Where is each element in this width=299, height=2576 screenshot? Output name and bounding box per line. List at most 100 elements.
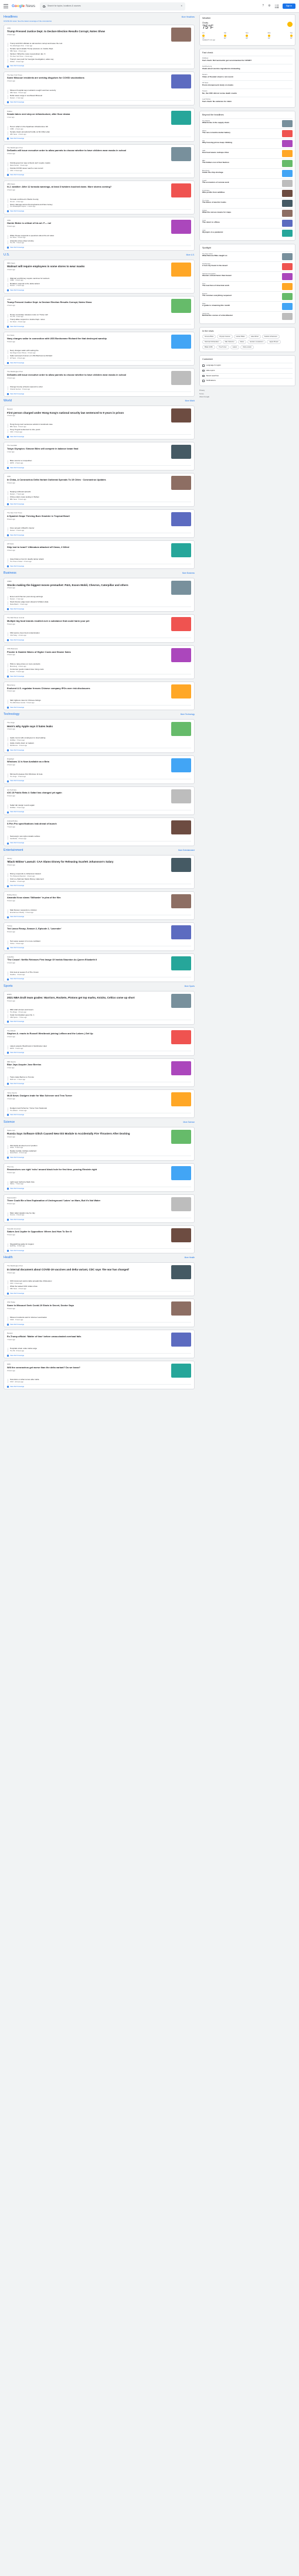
full-coverage-button[interactable]: View Full Coverage xyxy=(7,674,191,677)
full-coverage-button[interactable]: View Full Coverage xyxy=(7,100,191,104)
panel-item-headline[interactable]: The summer everything reopened xyxy=(202,294,280,297)
section-title[interactable]: Headlines xyxy=(4,15,18,19)
checkbox-icon[interactable] xyxy=(202,364,205,367)
story-thumbnail[interactable] xyxy=(171,820,191,834)
panel-item-headline[interactable]: Claim about vaccine ingredients misleadi… xyxy=(202,67,293,70)
more-link[interactable]: More Business xyxy=(182,572,195,574)
panel-item[interactable]: AP News Posts misrepresent study on masks xyxy=(202,80,293,88)
story-thumbnail[interactable] xyxy=(171,684,191,699)
lead-story[interactable]: NPR Will the coronavirus get worse than t… xyxy=(7,1363,191,1378)
full-coverage-button[interactable]: View Full Coverage xyxy=(7,465,191,469)
checkbox-icon[interactable] xyxy=(202,369,205,372)
related-story[interactable]: Matt Damon responds to criticism Entertai… xyxy=(8,909,191,914)
panel-item[interactable]: Time The new face of American work xyxy=(202,281,293,291)
settings-item[interactable]: Language & region xyxy=(202,363,293,368)
lead-story[interactable]: The Washington Post In internal document … xyxy=(7,1265,191,1280)
panel-item-headline[interactable]: Olympics in a pandemic xyxy=(202,231,280,234)
story-thumbnail[interactable] xyxy=(171,445,191,459)
panel-item-thumbnail[interactable] xyxy=(282,292,293,300)
section-title[interactable]: World xyxy=(4,399,12,403)
story-thumbnail[interactable] xyxy=(171,758,191,772)
lead-story[interactable]: Variety 'Black Widow' Lawsuit: CAA Slams … xyxy=(7,857,191,872)
panel-item[interactable]: Lead Stories Fact check: No evidence for … xyxy=(202,97,293,105)
panel-item-thumbnail[interactable] xyxy=(282,220,293,227)
story-thumbnail[interactable] xyxy=(171,298,191,313)
story-thumbnail[interactable] xyxy=(171,617,191,632)
panel-item[interactable]: Wired The race to build a better battery xyxy=(202,128,293,138)
lead-story[interactable]: ABC News N.J. weather: After 12 tornado w… xyxy=(7,183,191,197)
topic-chip[interactable]: Max Scherzer xyxy=(222,339,237,345)
source-name[interactable]: CNBC xyxy=(7,580,169,582)
full-coverage-button[interactable]: View Full Coverage xyxy=(7,1353,191,1357)
panel-item[interactable]: Vanity Fair Behind the scenes of a blockb… xyxy=(202,311,293,321)
headline-link[interactable]: There Could Be a New Explanation of Unde… xyxy=(7,1199,169,1202)
lead-story[interactable]: The Verge Here's why Apple says it hates … xyxy=(7,721,191,737)
panel-item[interactable]: Smithsonian A lost city found in the dese… xyxy=(202,261,293,271)
section-title[interactable]: Business xyxy=(4,571,16,575)
headline-link[interactable]: Ex-Trump official: 'Matter of time' befo… xyxy=(7,1335,169,1338)
panel-item-thumbnail[interactable] xyxy=(282,272,293,280)
source-name[interactable]: Space.com xyxy=(7,1129,169,1132)
headline-link[interactable]: Researchers see right 'echo' around blac… xyxy=(7,1168,169,1171)
panel-item-headline[interactable]: Video of flooded street is not recent xyxy=(202,76,293,79)
headline-link[interactable]: S Pen Pro specifications leak ahead of l… xyxy=(7,823,169,826)
story-thumbnail[interactable] xyxy=(171,1129,191,1144)
story-thumbnail[interactable] xyxy=(171,408,191,423)
story-thumbnail[interactable] xyxy=(171,1301,191,1316)
related-story[interactable]: Hospitals strain under delta surge The Hi… xyxy=(8,1348,191,1352)
full-coverage-button[interactable]: View Full Coverage xyxy=(7,1291,191,1295)
story-thumbnail[interactable] xyxy=(171,110,191,125)
lead-story[interactable]: The Washington Post DeSantis will issue e… xyxy=(7,370,191,386)
lead-story[interactable]: CNN In China, A Coronavirus Delta Variant… xyxy=(7,475,191,490)
topic-chip[interactable]: Simone Biles xyxy=(202,334,216,339)
topic-chip[interactable]: Lakers xyxy=(230,345,240,350)
full-coverage-button[interactable]: View Full Coverage xyxy=(7,748,191,751)
panel-item-thumbnail[interactable] xyxy=(282,200,293,207)
full-coverage-button[interactable]: View Full Coverage xyxy=(7,245,191,249)
full-coverage-button[interactable]: View Full Coverage xyxy=(7,360,191,364)
lead-story[interactable]: Ars Technica iOS 15 Public Beta 4: Safari… xyxy=(7,789,191,803)
lead-story[interactable]: Phys.org Researchers see right 'echo' aro… xyxy=(7,1166,191,1180)
story-thumbnail[interactable] xyxy=(171,956,191,970)
panel-item[interactable]: Reuters Video of flooded street is not re… xyxy=(202,72,293,80)
topic-chip[interactable]: Hunter Biden xyxy=(233,334,247,339)
headline-link[interactable]: DeSantis will issue executive order to a… xyxy=(7,373,169,377)
headline-link[interactable]: Here's why Apple says it hates leaks xyxy=(7,725,169,728)
story-thumbnail[interactable] xyxy=(171,27,191,42)
related-story[interactable]: Stock futures edge lower ahead of inflat… xyxy=(8,601,191,606)
related-story[interactable]: Dodgers land Scherzer, Turner from Natio… xyxy=(8,1107,191,1112)
topic-chip[interactable]: Olympic Games xyxy=(217,334,233,339)
panel-item-thumbnail[interactable] xyxy=(282,312,293,320)
more-link[interactable]: More Sports xyxy=(185,985,195,987)
checkbox-icon[interactable] xyxy=(202,380,205,382)
panel-item-headline[interactable]: The new face of American work xyxy=(202,284,280,287)
topic-chip[interactable]: Rams xyxy=(237,339,247,345)
related-story[interactable]: NBA draft winners and losers The Ringer ·… xyxy=(8,1008,191,1013)
full-coverage-button[interactable]: View Full Coverage xyxy=(7,840,191,844)
full-coverage-button[interactable]: View Full Coverage xyxy=(7,533,191,536)
source-name[interactable]: Variety xyxy=(7,857,169,860)
related-story[interactable]: White House responds to questions about … xyxy=(8,234,191,239)
panel-item-headline[interactable]: The future of electric trucks xyxy=(202,201,280,204)
headline-link[interactable]: 'Black Widow' Lawsuit: CAA Slams Disney … xyxy=(7,860,169,864)
story-thumbnail[interactable] xyxy=(171,993,191,1008)
headline-link[interactable]: Amanda Knox slams 'Stillwater' in plea o… xyxy=(7,896,169,899)
headline-link[interactable]: Trump Pressed Justice Dept. to Declare E… xyxy=(7,30,169,33)
headline-link[interactable]: In China, A Coronavirus Delta Variant Ou… xyxy=(7,478,169,482)
more-link[interactable]: More Headlines xyxy=(182,16,195,18)
sign-in-button[interactable]: Sign in xyxy=(282,3,295,9)
headline-link[interactable]: DeSantis will issue executive order to a… xyxy=(7,149,169,152)
lead-story[interactable]: Rolling Stone Amanda Knox slams 'Stillwat… xyxy=(7,894,191,908)
settings-item[interactable]: Saved searches xyxy=(202,373,293,379)
panel-item[interactable]: CNN Olympics in a pandemic xyxy=(202,228,293,238)
related-story[interactable]: China orders mass testing in Wuhan BBC Ne… xyxy=(8,496,191,501)
full-coverage-button[interactable]: View Full Coverage xyxy=(7,172,191,176)
story-thumbnail[interactable] xyxy=(171,476,191,490)
related-story[interactable]: Missouri residents ask for discreet vacc… xyxy=(8,1317,191,1321)
related-story[interactable]: Nanjing outbreak spreads Reuters · 7 hour… xyxy=(8,490,191,496)
headline-link[interactable]: MLB News: Dodgers trade for Max Scherzer… xyxy=(7,1094,169,1098)
story-thumbnail[interactable] xyxy=(171,1333,191,1347)
full-coverage-button[interactable]: View Full Coverage xyxy=(7,136,191,140)
story-thumbnail[interactable] xyxy=(171,146,191,161)
related-story[interactable]: Missouri hospital says residents sought … xyxy=(8,89,191,94)
